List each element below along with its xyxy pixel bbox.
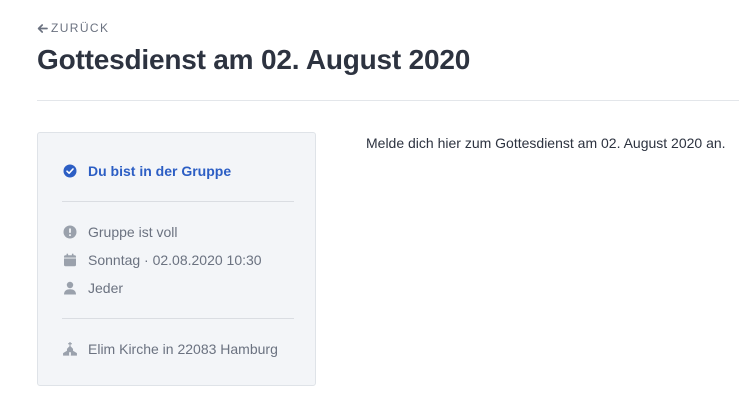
back-link-label: ZURÜCK	[51, 21, 110, 35]
capacity-status: Gruppe ist voll	[62, 223, 177, 241]
group-description: Melde dich hier zum Gottesdienst am 02. …	[366, 135, 726, 151]
membership-status: Du bist in der Gruppe	[62, 162, 231, 180]
card-divider-1	[62, 201, 294, 202]
church-icon	[62, 341, 78, 357]
group-detail-page: ZURÜCK Gottesdienst am 02. August 2020 D…	[0, 0, 739, 407]
user-icon	[62, 280, 78, 296]
audience-label: Jeder	[88, 280, 124, 296]
location[interactable]: Elim Kirche in 22083 Hamburg	[62, 340, 278, 358]
exclamation-circle-icon	[62, 224, 78, 240]
capacity-status-label: Gruppe ist voll	[88, 224, 178, 240]
back-link[interactable]: ZURÜCK	[37, 21, 109, 35]
date-time-label: Sonntag · 02.08.2020 10:30	[88, 252, 262, 268]
date-time: Sonntag · 02.08.2020 10:30	[62, 251, 262, 269]
location-label: Elim Kirche in 22083 Hamburg	[88, 341, 278, 357]
header-divider	[37, 100, 739, 101]
membership-status-label: Du bist in der Gruppe	[88, 163, 232, 179]
group-info-card: Du bist in der Gruppe Gruppe ist voll So…	[37, 132, 316, 386]
calendar-icon	[62, 252, 78, 268]
card-divider-2	[62, 318, 294, 319]
check-circle-icon	[62, 163, 78, 179]
arrow-left-icon	[37, 23, 48, 34]
audience: Jeder	[62, 279, 123, 297]
page-title: Gottesdienst am 02. August 2020	[37, 44, 471, 75]
